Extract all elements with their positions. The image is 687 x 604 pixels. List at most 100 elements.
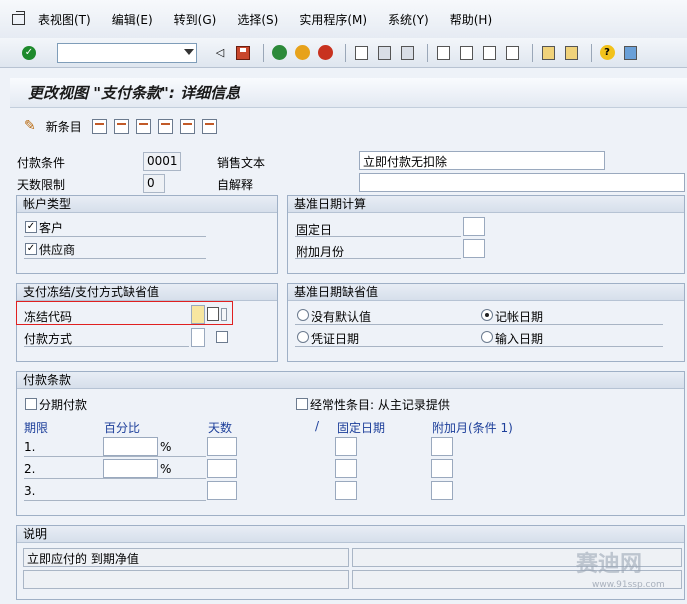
previous-page-icon[interactable] (457, 44, 475, 62)
col-slash-header: / (315, 419, 320, 433)
percent-sign: % (160, 440, 172, 454)
title-bar: 更改视图 "支付条款": 详细信息 (10, 78, 687, 108)
col-days-header: 天数 (208, 421, 233, 435)
deselect-all-icon[interactable] (201, 118, 217, 134)
installment-checkbox[interactable] (25, 398, 37, 410)
no-default-label: 没有默认值 (311, 310, 372, 324)
chevron-down-icon[interactable] (184, 48, 194, 55)
save-icon[interactable] (234, 44, 252, 62)
row-divider (295, 236, 461, 237)
baseline-default-title: 基准日期缺省值 (288, 284, 684, 301)
installment-label: 分期付款 (39, 398, 88, 412)
explanation-line-1: 立即应付的 到期净值 (23, 548, 349, 567)
payment-method-field[interactable] (191, 328, 205, 347)
explanation-line-3 (23, 570, 349, 589)
posting-date-radio[interactable] (481, 309, 493, 321)
command-field[interactable] (57, 42, 197, 63)
menu-table-view[interactable]: 表视图(T) (38, 11, 91, 28)
explanations-title: 说明 (17, 526, 684, 543)
add-month-field-2[interactable] (431, 459, 453, 478)
next-page-icon[interactable] (480, 44, 498, 62)
select-block-icon[interactable] (179, 118, 195, 134)
days-field-2[interactable] (207, 459, 237, 478)
row-divider (24, 478, 206, 479)
day-limit-field: 0 (143, 174, 165, 193)
menu-edit[interactable]: 编辑(E) (112, 11, 153, 28)
toolbar-separator (591, 43, 592, 62)
days-field-3[interactable] (207, 481, 237, 500)
cancel-icon[interactable] (316, 44, 334, 62)
term-row-label: 2. (24, 462, 36, 476)
term-row-label: 1. (24, 440, 36, 454)
payment-terms-title: 付款条款 (17, 372, 684, 389)
layout-menu-icon[interactable] (621, 44, 639, 62)
fixed-date-field-2[interactable] (335, 459, 357, 478)
toolbar-separator (263, 43, 264, 62)
term-row-label: 3. (24, 484, 36, 498)
account-type-title: 帐户类型 (17, 196, 277, 213)
sales-text-label: 销售文本 (217, 156, 266, 170)
add-month-field-3[interactable] (431, 481, 453, 500)
back-icon[interactable] (270, 44, 288, 62)
exit-icon[interactable] (293, 44, 311, 62)
window-menu-icon[interactable] (10, 11, 28, 27)
new-entries-button[interactable]: 新条目 (46, 118, 82, 135)
payment-terms-field: 0001 (143, 152, 181, 171)
first-page-icon[interactable] (434, 44, 452, 62)
highlight-box (16, 301, 233, 325)
menu-utilities[interactable]: 实用程序(M) (299, 11, 367, 28)
watermark-url: www.91ssp.com (592, 580, 665, 590)
row-divider (24, 346, 189, 347)
day-limit-label: 天数限制 (17, 178, 66, 192)
percent-field-2[interactable] (103, 459, 158, 478)
explanation-field[interactable] (359, 173, 685, 192)
copy-as-icon[interactable] (91, 118, 107, 134)
print-icon[interactable] (352, 44, 370, 62)
fixed-date-field-1[interactable] (335, 437, 357, 456)
standard-toolbar: ✓ ◁ ? (0, 38, 687, 68)
fixed-date-field-3[interactable] (335, 481, 357, 500)
recurring-checkbox[interactable] (296, 398, 308, 410)
toolbar-separator (532, 43, 533, 62)
menu-system[interactable]: 系统(Y) (388, 11, 429, 28)
payment-method-checkbox[interactable] (216, 331, 228, 343)
baseline-calc-title: 基准日期计算 (288, 196, 684, 213)
fixed-day-field[interactable] (463, 217, 485, 236)
shortcut-icon[interactable] (562, 44, 580, 62)
days-field-1[interactable] (207, 437, 237, 456)
find-icon[interactable] (375, 44, 393, 62)
delete-icon[interactable] (113, 118, 129, 134)
entry-date-radio[interactable] (481, 331, 493, 343)
last-page-icon[interactable] (503, 44, 521, 62)
page-title: 更改视图 "支付条款": 详细信息 (28, 84, 241, 102)
col-addm-header: 附加月(条件 1) (432, 421, 513, 435)
sales-text-field[interactable]: 立即付款无扣除 (359, 151, 605, 170)
payment-method-label: 付款方式 (24, 332, 73, 346)
vendor-checkbox[interactable]: ✓ (25, 243, 37, 255)
menu-goto[interactable]: 转到(G) (174, 11, 217, 28)
row-divider (295, 346, 663, 347)
col-percent-header: 百分比 (104, 421, 141, 435)
percent-field-1[interactable] (103, 437, 158, 456)
recurring-label: 经常性条目: 从主记录提供 (310, 398, 450, 412)
toolbar-separator (345, 43, 346, 62)
new-session-icon[interactable] (539, 44, 557, 62)
find-next-icon[interactable] (398, 44, 416, 62)
undo-change-icon[interactable] (135, 118, 151, 134)
add-month-field-1[interactable] (431, 437, 453, 456)
no-default-radio[interactable] (297, 309, 309, 321)
help-icon[interactable]: ? (598, 44, 616, 62)
row-divider (24, 500, 206, 501)
row-divider (295, 324, 663, 325)
add-months-field[interactable] (463, 239, 485, 258)
change-display-icon[interactable]: ✎ (24, 118, 36, 134)
col-term-header: 期限 (24, 421, 49, 435)
select-all-icon[interactable] (157, 118, 173, 134)
menu-help[interactable]: 帮助(H) (450, 11, 492, 28)
enter-icon[interactable]: ✓ (20, 44, 38, 62)
menu-select[interactable]: 选择(S) (237, 11, 278, 28)
application-toolbar: ✎ 新条目 (10, 112, 687, 140)
document-date-radio[interactable] (297, 331, 309, 343)
back-arrow-icon[interactable]: ◁ (211, 44, 229, 62)
customer-checkbox[interactable]: ✓ (25, 221, 37, 233)
